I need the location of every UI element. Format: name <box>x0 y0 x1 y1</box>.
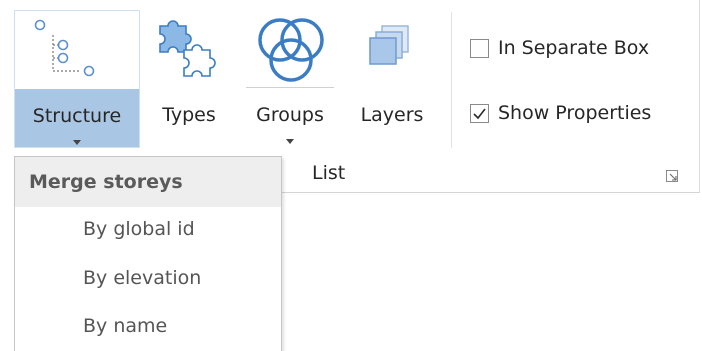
tree-structure-icon <box>15 11 139 91</box>
menu-item-by-elevation[interactable]: By elevation <box>83 267 201 289</box>
menu-item-by-name[interactable]: By name <box>83 315 167 337</box>
groups-button[interactable]: Groups <box>246 10 334 148</box>
types-button[interactable]: Types <box>148 10 230 148</box>
show-properties-checkbox[interactable] <box>470 103 489 123</box>
menu-section-header: Merge storeys <box>15 157 281 207</box>
groups-split-line <box>246 87 334 88</box>
ribbon-group-label: List <box>312 162 346 184</box>
checkmark-icon <box>473 108 486 119</box>
in-separate-box-checkbox[interactable] <box>470 38 489 58</box>
structure-dropdown-menu: Merge storeys By global id By elevation … <box>14 156 282 351</box>
overlapping-circles-icon <box>246 10 334 90</box>
puzzle-pieces-icon <box>148 10 230 90</box>
menu-item-by-global-id[interactable]: By global id <box>83 218 195 240</box>
stacked-layers-icon <box>352 10 432 90</box>
groups-label: Groups <box>256 104 324 126</box>
structure-label: Structure <box>32 105 122 127</box>
show-properties-label: Show Properties <box>498 102 652 124</box>
layers-button[interactable]: Layers <box>352 10 432 148</box>
chevron-down-icon <box>286 139 294 144</box>
in-separate-box-option[interactable]: In Separate Box <box>470 33 649 63</box>
in-separate-box-label: In Separate Box <box>498 37 650 59</box>
types-label: Types <box>162 104 216 126</box>
chevron-down-icon <box>73 140 81 145</box>
dialog-launcher-icon[interactable] <box>665 168 679 182</box>
ribbon-bottom-border <box>280 192 700 193</box>
layers-label: Layers <box>360 104 424 126</box>
group-separator <box>451 12 452 148</box>
show-properties-option[interactable]: Show Properties <box>470 98 651 128</box>
structure-button[interactable]: Structure <box>14 10 140 148</box>
